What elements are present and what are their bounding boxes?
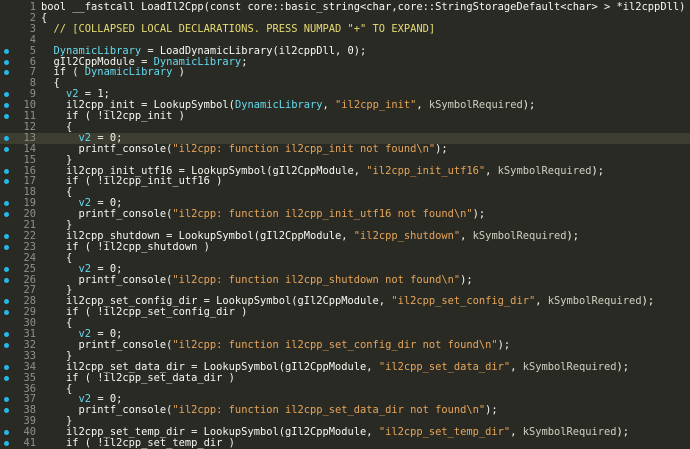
- code-token: );: [591, 164, 605, 177]
- code-token: );: [522, 99, 536, 112]
- code-token: bool __fastcall LoadIl2Cpp(const core::b…: [41, 1, 686, 13]
- breakpoint-dot-icon[interactable]: [4, 179, 9, 185]
- code-token: ,: [535, 295, 548, 308]
- code-line[interactable]: 11 if ( !il2cpp_init ): [0, 111, 690, 122]
- breakpoint-dot-icon[interactable]: [4, 310, 9, 316]
- breakpoint-dot-icon[interactable]: [4, 212, 9, 218]
- breakpoint-dot-icon[interactable]: [4, 146, 9, 152]
- code-token: "il2cpp: function il2cpp_set_config_dir …: [172, 338, 498, 351]
- code-token: ,: [510, 360, 523, 373]
- line-number: 15: [23, 153, 36, 166]
- code-token: );: [472, 208, 486, 221]
- code-text[interactable]: printf_console("il2cpp: function il2cpp_…: [41, 142, 448, 155]
- line-number: 35: [23, 371, 36, 384]
- code-line[interactable]: 1 bool __fastcall LoadIl2Cpp(const core::…: [0, 2, 690, 13]
- breakpoint-dot-icon[interactable]: [4, 168, 9, 174]
- breakpoint-dot-icon[interactable]: [4, 430, 9, 436]
- breakpoint-dot-icon[interactable]: [4, 135, 9, 141]
- breakpoint-dot-icon[interactable]: [4, 266, 9, 272]
- breakpoint-dot-icon[interactable]: [4, 59, 9, 65]
- line-number: 14: [23, 142, 36, 155]
- breakpoint-dot-icon[interactable]: [4, 441, 9, 446]
- code-line[interactable]: 32 printf_console("il2cpp: function il2c…: [0, 338, 690, 351]
- code-token: // [COLLAPSED LOCAL DECLARATIONS. PRESS …: [53, 22, 436, 35]
- breakpoint-dot-icon[interactable]: [4, 299, 9, 305]
- code-token: "il2cpp: function il2cpp_init not found\…: [172, 142, 436, 155]
- code-token: DynamicLibrary: [84, 66, 173, 79]
- code-token: "il2cpp_set_temp_dir": [378, 426, 511, 439]
- code-token: "il2cpp_set_config_dir": [391, 295, 536, 308]
- line-number: 5: [29, 44, 36, 57]
- pseudocode-editor[interactable]: 1 bool __fastcall LoadIl2Cpp(const core::…: [0, 0, 690, 449]
- code-line[interactable]: 14 printf_console("il2cpp: function il2c…: [0, 142, 690, 155]
- code-line[interactable]: 35 if ( !il2cpp_set_data_dir ): [0, 371, 690, 384]
- code-token: kSymbolRequired: [522, 360, 617, 373]
- code-token: );: [460, 273, 473, 286]
- code-token: ,: [460, 229, 473, 242]
- code-token: );: [497, 338, 511, 351]
- code-text[interactable]: bool __fastcall LoadIl2Cpp(const core::b…: [41, 2, 685, 13]
- code-token: ): [172, 66, 185, 79]
- code-token: ,: [485, 164, 498, 177]
- code-token: );: [435, 142, 448, 155]
- code-token: "il2cpp_set_data_dir": [378, 360, 511, 373]
- code-line[interactable]: 23 if ( !il2cpp_shutdown ): [0, 241, 690, 253]
- breakpoint-dot-icon[interactable]: [4, 332, 9, 337]
- code-token: kSymbolRequired: [472, 229, 567, 242]
- code-line[interactable]: 3 // [COLLAPSED LOCAL DECLARATIONS. PRES…: [0, 22, 690, 35]
- code-text[interactable]: if ( DynamicLibrary ): [41, 67, 185, 78]
- breakpoint-dot-icon[interactable]: [4, 408, 9, 414]
- code-token: ;: [241, 55, 248, 68]
- breakpoint-dot-icon[interactable]: [4, 375, 9, 381]
- code-text[interactable]: printf_console("il2cpp: function il2cpp_…: [41, 273, 473, 286]
- breakpoint-dot-icon[interactable]: [4, 103, 9, 109]
- code-text[interactable]: printf_console("il2cpp: function il2cpp_…: [41, 405, 498, 416]
- code-token: );: [616, 360, 630, 373]
- breakpoint-dot-icon[interactable]: [4, 364, 9, 370]
- code-line[interactable]: 26 printf_console("il2cpp: function il2c…: [0, 273, 690, 286]
- code-line[interactable]: 29 if ( !il2cpp_set_config_dir ): [0, 307, 690, 318]
- code-token: "il2cpp_shutdown": [353, 229, 461, 242]
- line-number: 4: [29, 33, 36, 46]
- line-number: 24: [23, 251, 36, 264]
- breakpoint-dot-icon[interactable]: [4, 201, 9, 207]
- breakpoint-dot-icon[interactable]: [4, 277, 9, 283]
- code-token: );: [641, 295, 655, 308]
- breakpoint-dot-icon[interactable]: [4, 48, 9, 54]
- code-token: kSymbolRequired: [497, 164, 592, 177]
- code-text[interactable]: // [COLLAPSED LOCAL DECLARATIONS. PRESS …: [41, 22, 436, 35]
- code-token: "il2cpp: function il2cpp_shutdown not fo…: [172, 273, 461, 286]
- code-token: );: [616, 426, 630, 439]
- code-token: "il2cpp_init_utf16": [366, 164, 486, 177]
- code-token: "il2cpp: function il2cpp_init_utf16 not …: [172, 208, 473, 221]
- breakpoint-dot-icon[interactable]: [4, 70, 9, 76]
- line-number: 25: [23, 262, 36, 275]
- code-token: ,: [510, 426, 523, 439]
- breakpoint-dot-icon[interactable]: [4, 114, 9, 119]
- breakpoint-dot-icon[interactable]: [4, 244, 9, 250]
- breakpoint-dot-icon[interactable]: [4, 397, 9, 403]
- code-token: ,: [416, 99, 429, 112]
- code-token: "il2cpp: function il2cpp_set_data_dir no…: [172, 404, 486, 417]
- code-token: kSymbolRequired: [547, 295, 642, 308]
- breakpoint-dot-icon[interactable]: [4, 92, 9, 98]
- code-token: );: [485, 404, 498, 417]
- code-token: kSymbolRequired: [522, 426, 617, 439]
- line-number: 34: [23, 360, 36, 373]
- code-line[interactable]: 41 if ( !il2cpp_set_temp_dir ): [0, 438, 690, 449]
- code-token: kSymbolRequired: [428, 99, 523, 112]
- code-text[interactable]: printf_console("il2cpp: function il2cpp_…: [41, 208, 486, 221]
- code-text[interactable]: printf_console("il2cpp: function il2cpp_…: [41, 338, 511, 351]
- breakpoint-dot-icon[interactable]: [4, 233, 9, 239]
- code-line[interactable]: 17 if ( !il2cpp_init_utf16 ): [0, 176, 690, 187]
- code-line[interactable]: 38 printf_console("il2cpp: function il2c…: [0, 405, 690, 416]
- breakpoint-dot-icon[interactable]: [4, 342, 9, 348]
- code-token: "il2cpp_init": [335, 99, 417, 112]
- code-line[interactable]: 20 printf_console("il2cpp: function il2c…: [0, 209, 690, 220]
- code-token: ,: [322, 99, 336, 112]
- code-token: DynamicLibrary: [234, 99, 323, 112]
- code-token: );: [566, 229, 580, 242]
- code-line[interactable]: 7 if ( DynamicLibrary ): [0, 67, 690, 78]
